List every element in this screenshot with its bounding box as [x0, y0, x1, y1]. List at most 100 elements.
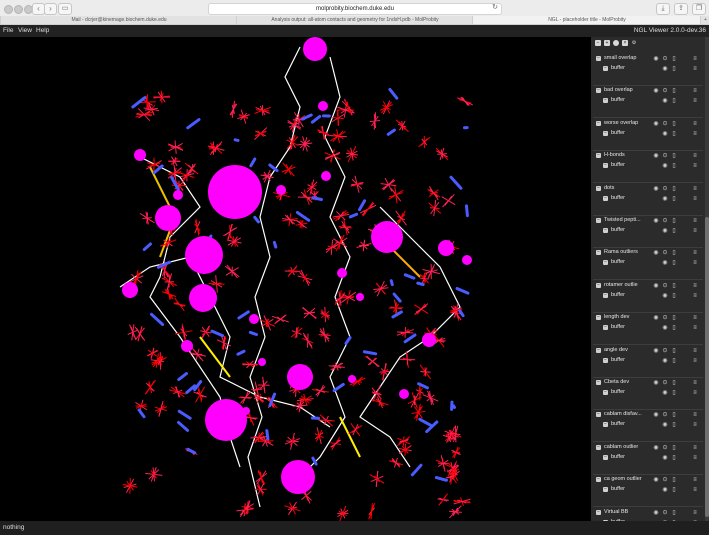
trash-icon[interactable]: ▯ [671, 228, 677, 234]
collapse-component-icon[interactable]: − [596, 153, 601, 159]
representation-name[interactable]: buffer [611, 64, 625, 73]
menu-icon[interactable]: ≡ [692, 293, 698, 299]
component-name[interactable]: Rama outliers [604, 248, 646, 257]
new-tab-icon[interactable]: + [700, 16, 709, 24]
trash-icon[interactable]: ▯ [671, 88, 677, 94]
center-icon[interactable]: ⊙ [662, 250, 668, 256]
molecule-viewport[interactable] [0, 37, 591, 521]
collapse-rep-icon[interactable]: − [603, 260, 608, 266]
trash-icon[interactable]: ▯ [671, 98, 677, 104]
menu-icon[interactable]: ≡ [692, 186, 698, 192]
collapse-icon[interactable]: − [595, 40, 601, 46]
collapse-component-icon[interactable]: − [596, 509, 601, 515]
representation-name[interactable]: buffer [611, 323, 625, 332]
component-name[interactable]: small overlap [604, 54, 646, 63]
menu-icon[interactable]: ≡ [692, 315, 698, 321]
menu-icon[interactable]: ≡ [692, 153, 698, 159]
menu-icon[interactable]: ≡ [692, 218, 698, 224]
collapse-rep-icon[interactable]: − [603, 357, 608, 363]
component-name[interactable]: H-bonds [604, 151, 646, 160]
collapse-rep-icon[interactable]: − [603, 292, 608, 298]
center-icon[interactable]: ⊙ [662, 380, 668, 386]
eye-icon[interactable]: ◉ [662, 422, 668, 428]
eye-icon[interactable]: ◉ [662, 325, 668, 331]
component-name[interactable]: cablam outlier [604, 443, 646, 452]
tab-ngl[interactable]: NGL - placeholder title - MolProbity [472, 16, 701, 24]
center-icon[interactable]: ⊙ [662, 477, 668, 483]
trash-icon[interactable]: ▯ [671, 260, 677, 266]
representation-name[interactable]: buffer [611, 420, 625, 429]
component-name[interactable]: cablam disfav... [604, 410, 646, 419]
eye-icon[interactable]: ◉ [662, 455, 668, 461]
eye-icon[interactable]: ◉ [662, 390, 668, 396]
tabs-overview-icon[interactable]: ❐ [692, 3, 706, 15]
component-name[interactable]: angle dev [604, 346, 646, 355]
trash-icon[interactable]: ▯ [671, 390, 677, 396]
trash-icon[interactable]: ▯ [671, 131, 677, 137]
share-icon[interactable]: ⇪ [674, 3, 688, 15]
trash-icon[interactable]: ▯ [671, 477, 677, 483]
trash-icon[interactable]: ▯ [671, 293, 677, 299]
representation-name[interactable]: buffer [611, 194, 625, 203]
collapse-rep-icon[interactable]: − [603, 228, 608, 233]
representation-name[interactable]: buffer [611, 388, 625, 397]
collapse-component-icon[interactable]: − [596, 282, 601, 288]
trash-icon[interactable]: ▯ [671, 121, 677, 127]
tab-mail[interactable]: Mail - dcrjer@kinemage.biochem.duke.edu [0, 16, 237, 24]
center-icon[interactable] [613, 40, 619, 46]
center-icon[interactable]: ⊙ [662, 88, 668, 94]
sidebar-toggle-icon[interactable]: ▭ [58, 3, 72, 15]
collapse-component-icon[interactable]: − [596, 250, 601, 256]
menu-icon[interactable]: ≡ [692, 196, 698, 202]
collapse-rep-icon[interactable]: − [603, 195, 608, 201]
center-icon[interactable]: ⊙ [662, 315, 668, 321]
collapse-component-icon[interactable]: − [596, 444, 601, 450]
trash-icon[interactable]: ▯ [671, 358, 677, 364]
expand-icon[interactable]: + [604, 40, 610, 46]
download-icon[interactable]: ⤓ [656, 3, 670, 15]
center-icon[interactable]: ⊙ [662, 121, 668, 127]
menu-icon[interactable]: ≡ [692, 121, 698, 127]
center-icon[interactable]: ⊙ [662, 412, 668, 418]
component-name[interactable]: worse overlap [604, 119, 646, 128]
collapse-rep-icon[interactable]: − [603, 66, 608, 71]
menu-icon[interactable]: ≡ [692, 477, 698, 483]
trash-icon[interactable]: ▯ [671, 283, 677, 289]
eye-icon[interactable]: ◉ [662, 98, 668, 104]
menu-icon[interactable]: ≡ [692, 455, 698, 461]
eye-icon[interactable]: ◉ [653, 348, 659, 354]
representation-name[interactable]: buffer [611, 161, 625, 170]
menu-icon[interactable]: ≡ [692, 250, 698, 256]
scrollbar-thumb[interactable] [705, 217, 709, 517]
eye-icon[interactable]: ◉ [662, 196, 668, 202]
eye-icon[interactable]: ◉ [653, 186, 659, 192]
sidebar-scrollbar[interactable] [705, 37, 709, 521]
collapse-component-icon[interactable]: − [596, 347, 601, 353]
menu-icon[interactable]: ≡ [692, 228, 698, 234]
close-window-icon[interactable] [4, 5, 13, 14]
collapse-rep-icon[interactable]: − [603, 163, 608, 169]
menu-icon[interactable]: ≡ [692, 131, 698, 137]
collapse-rep-icon[interactable]: − [603, 130, 608, 136]
center-icon[interactable]: ⊙ [662, 283, 668, 289]
eye-icon[interactable]: ◉ [653, 380, 659, 386]
collapse-rep-icon[interactable]: − [603, 422, 608, 428]
component-name[interactable]: dots [604, 184, 646, 193]
trash-icon[interactable]: ▯ [671, 186, 677, 192]
collapse-component-icon[interactable]: − [596, 477, 601, 483]
center-icon[interactable]: ⊙ [662, 510, 668, 516]
eye-icon[interactable]: ◉ [653, 412, 659, 418]
trash-icon[interactable]: ▯ [671, 455, 677, 461]
collapse-component-icon[interactable]: − [596, 185, 601, 191]
eye-icon[interactable]: ◉ [662, 163, 668, 169]
eye-icon[interactable]: ◉ [662, 487, 668, 493]
trash-icon[interactable]: ▯ [671, 510, 677, 516]
component-name[interactable]: ca geom outlier [604, 475, 646, 484]
representation-name[interactable]: buffer [611, 453, 625, 462]
menu-icon[interactable]: ≡ [692, 487, 698, 493]
eye-icon[interactable]: ◉ [653, 121, 659, 127]
component-name[interactable]: rotamer outlie [604, 281, 646, 290]
representation-name[interactable]: buffer [611, 258, 625, 267]
eye-icon[interactable]: ◉ [653, 510, 659, 516]
component-name[interactable]: bad overlap [604, 86, 646, 95]
